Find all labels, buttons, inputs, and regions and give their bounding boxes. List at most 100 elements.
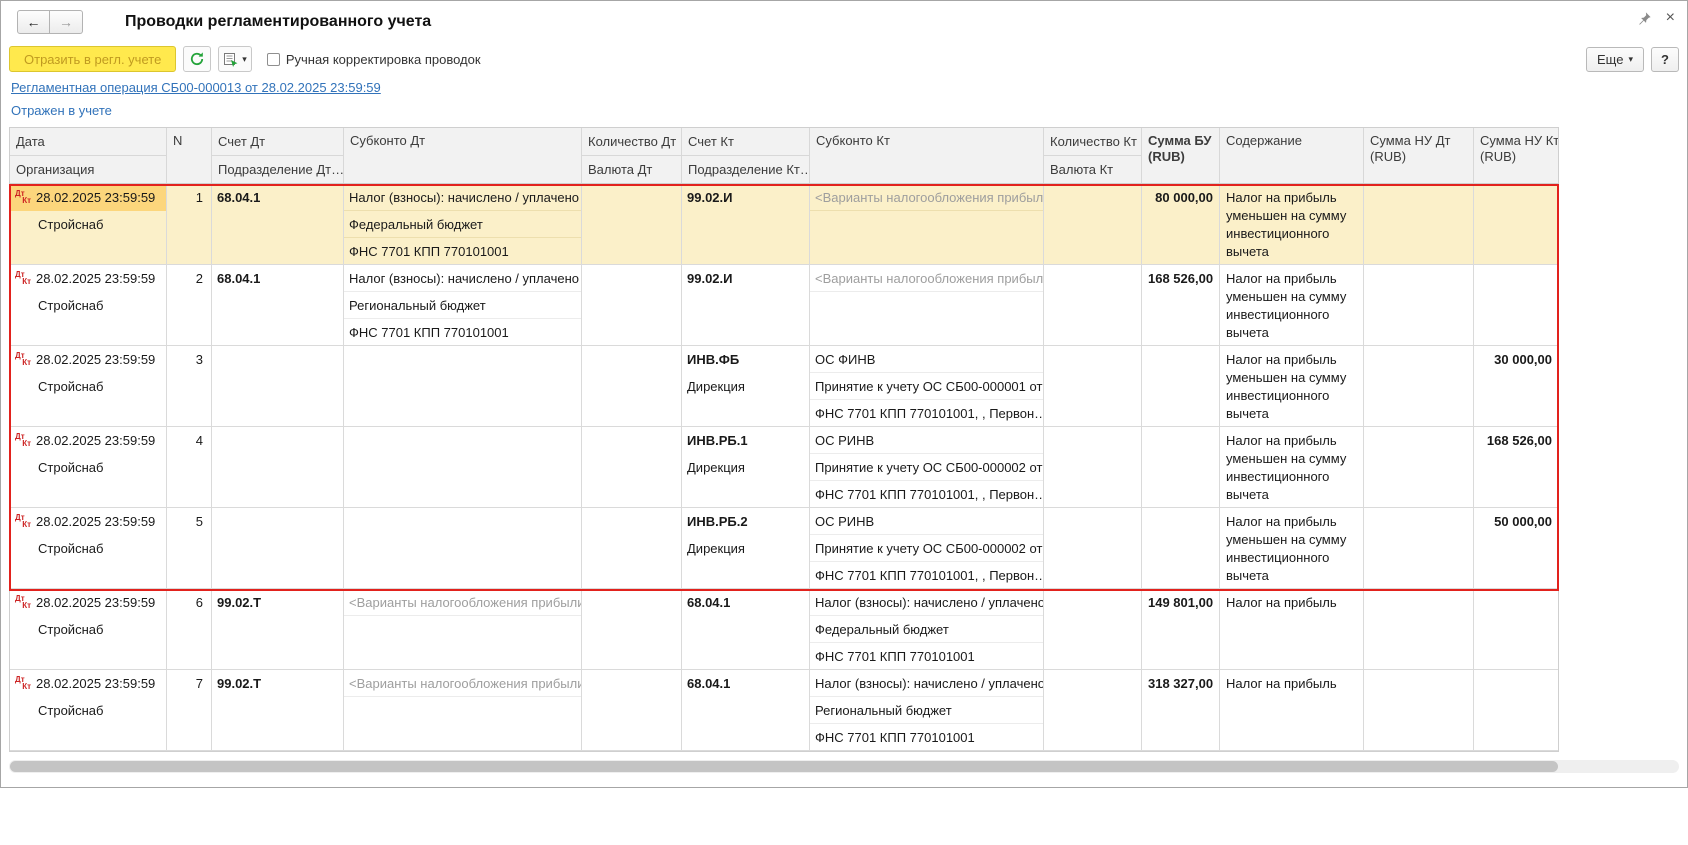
col-header-sum-bu[interactable]: Сумма БУ(RUB) <box>1142 128 1220 183</box>
forward-arrow-icon: → <box>59 14 73 30</box>
manual-adjustment-option: Ручная корректировка проводок <box>267 52 481 67</box>
row-date: 28.02.2025 23:59:59 <box>36 427 155 454</box>
cell-date-org: ДтКт 28.02.2025 23:59:59 Стройснаб <box>10 265 167 345</box>
row-subdivision-dt <box>212 454 343 481</box>
col-header-date[interactable]: Дата Организация <box>10 128 167 183</box>
cell-qty-dt <box>582 346 682 426</box>
subconto-kt-line: <Варианты налогообложения прибыли> <box>810 265 1043 292</box>
subconto-kt-line: ФНС 7701 КПП 770101001, , Первон… <box>810 562 1043 588</box>
cell-date-org: ДтКт 28.02.2025 23:59:59 Стройснаб <box>10 670 167 750</box>
table-row[interactable]: ДтКт 28.02.2025 23:59:59 Стройснаб 1 68.… <box>10 184 1558 265</box>
col-header-subconto-kt[interactable]: Субконто Кт <box>810 128 1044 183</box>
row-organization: Стройснаб <box>10 616 166 643</box>
row-sum-nu-kt <box>1474 265 1558 345</box>
row-subdivision-kt <box>682 616 809 643</box>
row-sum-bu: 80 000,00 <box>1142 184 1220 264</box>
cell-subconto-kt: <Варианты налогообложения прибыли> <box>810 265 1044 345</box>
cell-qty-kt <box>1044 346 1142 426</box>
subconto-dt-line <box>344 562 581 588</box>
cell-date-org: ДтКт 28.02.2025 23:59:59 Стройснаб <box>10 589 167 669</box>
row-organization: Стройснаб <box>10 211 166 238</box>
subconto-dt-line <box>344 454 581 481</box>
reflect-button[interactable]: Отразить в регл. учете <box>9 46 176 72</box>
pin-icon[interactable] <box>1637 11 1652 26</box>
row-subdivision-kt <box>682 292 809 319</box>
cell-subconto-kt: ОС РИНВ Принятие к учету ОС СБ00-000002 … <box>810 427 1044 507</box>
subconto-dt-line <box>344 508 581 535</box>
col-header-sum-nu-kt[interactable]: Сумма НУ Кт(RUB) <box>1474 128 1558 183</box>
table-row[interactable]: ДтКт 28.02.2025 23:59:59 Стройснаб 4 ИНВ… <box>10 427 1558 508</box>
dtkt-icon: ДтКт <box>14 432 32 449</box>
row-sum-bu: 318 327,00 <box>1142 670 1220 750</box>
scrollbar-thumb[interactable] <box>10 761 1558 772</box>
col-header-number[interactable]: N <box>167 128 212 183</box>
col-header-qty-dt[interactable]: Количество Дт Валюта Дт <box>582 128 682 183</box>
row-content: Налог на прибыль уменьшен на сумму инвес… <box>1220 346 1364 426</box>
table-row[interactable]: ДтКт 28.02.2025 23:59:59 Стройснаб 2 68.… <box>10 265 1558 346</box>
row-date: 28.02.2025 23:59:59 <box>36 508 155 535</box>
refresh-button[interactable] <box>183 46 211 72</box>
subconto-dt-line: Налог (взносы): начислено / уплачено <box>344 265 581 292</box>
cell-qty-dt <box>582 589 682 669</box>
table-row[interactable]: ДтКт 28.02.2025 23:59:59 Стройснаб 7 99.… <box>10 670 1558 751</box>
cell-qty-kt <box>1044 508 1142 588</box>
table-row[interactable]: ДтКт 28.02.2025 23:59:59 Стройснаб 5 ИНВ… <box>10 508 1558 589</box>
row-sum-bu <box>1142 427 1220 507</box>
row-number: 3 <box>167 346 212 426</box>
row-sum-bu: 149 801,00 <box>1142 589 1220 669</box>
subconto-kt-line: ФНС 7701 КПП 770101001, , Первон… <box>810 400 1043 426</box>
col-header-qty-kt[interactable]: Количество Кт Валюта Кт <box>1044 128 1142 183</box>
cell-qty-kt <box>1044 670 1142 750</box>
row-organization: Стройснаб <box>10 454 166 481</box>
dtkt-icon: ДтКт <box>14 189 32 206</box>
cell-date-org: ДтКт 28.02.2025 23:59:59 Стройснаб <box>10 184 167 264</box>
subconto-kt-line: Региональный бюджет <box>810 697 1043 724</box>
nav-group: ← → <box>17 10 83 34</box>
col-header-subconto-dt[interactable]: Субконто Дт <box>344 128 582 183</box>
row-content: Налог на прибыль уменьшен на сумму инвес… <box>1220 427 1364 507</box>
col-header-account-dt[interactable]: Счет Дт Подразделение Дт… <box>212 128 344 183</box>
subconto-dt-line <box>344 400 581 426</box>
cell-account-dt <box>212 427 344 507</box>
back-button[interactable]: ← <box>17 10 50 34</box>
help-button[interactable]: ? <box>1651 47 1679 72</box>
row-account-dt: 99.02.Т <box>212 589 343 616</box>
col-header-account-kt[interactable]: Счет Кт Подразделение Кт… <box>682 128 810 183</box>
cell-subconto-kt: <Варианты налогообложения прибыли> <box>810 184 1044 264</box>
subconto-dt-line <box>344 427 581 454</box>
cell-account-kt: 68.04.1 <box>682 589 810 669</box>
cell-subconto-kt: ОС РИНВ Принятие к учету ОС СБ00-000002 … <box>810 508 1044 588</box>
chevron-down-icon: ▾ <box>242 54 247 65</box>
forward-button[interactable]: → <box>50 10 83 34</box>
subconto-dt-line <box>344 724 581 750</box>
row-date: 28.02.2025 23:59:59 <box>36 184 155 211</box>
operation-link[interactable]: Регламентная операция СБ00-000013 от 28.… <box>11 80 381 95</box>
close-icon[interactable]: × <box>1666 10 1675 26</box>
table-row[interactable]: ДтКт 28.02.2025 23:59:59 Стройснаб 3 ИНВ… <box>10 346 1558 427</box>
cell-subconto-kt: ОС ФИНВ Принятие к учету ОС СБ00-000001 … <box>810 346 1044 426</box>
row-sum-nu-dt <box>1364 346 1474 426</box>
subconto-dt-line: <Варианты налогообложения прибыли> <box>344 670 581 697</box>
horizontal-scrollbar[interactable] <box>9 760 1679 773</box>
row-sum-bu <box>1142 346 1220 426</box>
cell-qty-kt <box>1044 184 1142 264</box>
page-title: Проводки регламентированного учета <box>125 13 431 31</box>
more-button[interactable]: Еще ▾ <box>1586 47 1644 72</box>
row-number: 6 <box>167 589 212 669</box>
subconto-dt-line <box>344 535 581 562</box>
subconto-dt-line: ФНС 7701 КПП 770101001 <box>344 319 581 345</box>
col-header-content[interactable]: Содержание <box>1220 128 1364 183</box>
cell-qty-dt <box>582 427 682 507</box>
table-row[interactable]: ДтКт 28.02.2025 23:59:59 Стройснаб 6 99.… <box>10 589 1558 670</box>
row-subdivision-dt <box>212 211 343 238</box>
subconto-kt-line <box>810 292 1043 319</box>
subconto-kt-line: Принятие к учету ОС СБ00-000002 от… <box>810 454 1043 481</box>
postings-dropdown-button[interactable]: ▾ <box>218 46 252 72</box>
manual-adjustment-label: Ручная корректировка проводок <box>286 52 481 67</box>
row-account-kt: 68.04.1 <box>682 670 809 697</box>
row-sum-nu-dt <box>1364 427 1474 507</box>
manual-adjustment-checkbox[interactable] <box>267 53 280 66</box>
col-header-sum-nu-dt[interactable]: Сумма НУ Дт(RUB) <box>1364 128 1474 183</box>
titlebar: ← → Проводки регламентированного учета × <box>1 1 1687 43</box>
row-content: Налог на прибыль уменьшен на сумму инвес… <box>1220 184 1364 264</box>
